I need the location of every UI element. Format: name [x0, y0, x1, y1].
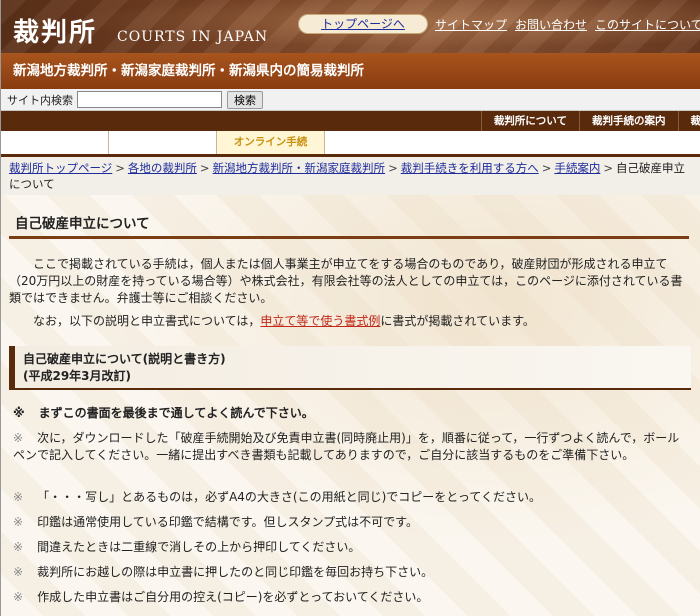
note-mark: ※	[13, 406, 25, 420]
about-site-link[interactable]: このサイトについて	[595, 16, 700, 34]
section-heading-revision: (平成29年3月改訂)	[23, 369, 132, 383]
breadcrumb-link-niigata-court[interactable]: 新潟地方裁判所・新潟家庭裁判所	[213, 161, 386, 175]
forms-note-text-end: に書式が掲載されています。	[380, 314, 535, 328]
breadcrumb-link-procedure-guide[interactable]: 手続案内	[554, 161, 600, 175]
breadcrumb-separator: >	[541, 161, 552, 175]
list-item-text: 裁判所にお越しの際は申立書に押したのと同じ印鑑を毎回お持ち下さい。	[37, 565, 434, 579]
site-header: 裁判所 COURTS IN JAPAN トップページへ サイトマップ お問い合わ…	[1, 0, 700, 53]
list-item-text: 「・・・写し」とあるものは，必ずA4の大きさ(この用紙と同じ)でコピーをとってく…	[37, 490, 541, 504]
breadcrumb-separator: >	[388, 161, 398, 175]
list-item: ※ 次に，ダウンロードした「破産手続開始及び免責申立書(同時廃止用)」を，順番に従…	[13, 430, 691, 464]
list-item: ※ 「・・・写し」とあるものは，必ずA4の大きさ(この用紙と同じ)でコピーをとって…	[13, 489, 691, 506]
breadcrumb-separator: >	[199, 161, 210, 175]
intro-paragraph: ここで掲載されている手続は，個人または個人事業主が申立てをする場合のものであり，…	[9, 257, 683, 305]
breadcrumb-link-courts-top[interactable]: 裁判所トップページ	[9, 161, 112, 175]
note-mark: ※	[13, 565, 24, 579]
nav-about-courts[interactable]: 裁判所について	[480, 111, 579, 131]
form-examples-link[interactable]: 申立て等で使う書式例	[260, 314, 380, 328]
site-search-bar: サイト内検索 検索	[1, 89, 700, 111]
list-item-text: 間違えたときは二重線で消しその上から押印してください。	[37, 540, 361, 554]
contact-link[interactable]: お問い合わせ	[515, 16, 587, 34]
note-mark: ※	[13, 490, 24, 504]
subnav-cell-empty	[1, 131, 109, 154]
breadcrumb-separator: >	[603, 161, 613, 175]
search-button[interactable]: 検索	[227, 90, 263, 109]
subnav-online-procedure[interactable]: オンライン手続	[217, 131, 325, 154]
site-logo[interactable]: 裁判所	[13, 12, 97, 49]
sitemap-link[interactable]: サイトマップ	[435, 16, 507, 34]
search-label: サイト内検索	[7, 93, 73, 107]
top-page-link[interactable]: トップページへ	[298, 14, 428, 34]
note-mark: ※	[13, 431, 24, 445]
list-item: ※ 作成した申立書はご自分用の控え(コピー)を必ずとっておいてください。	[13, 589, 691, 606]
breadcrumb: 裁判所トップページ > 各地の裁判所 > 新潟地方裁判所・新潟家庭裁判所 > 裁判手続きを利…	[1, 157, 700, 195]
list-item-text: 作成した申立書はご自分用の控え(コピー)を必ずとっておいてください。	[37, 590, 429, 604]
site-logo-english: COURTS IN JAPAN	[117, 29, 269, 45]
court-banner: 新潟地方裁判所・新潟家庭裁判所・新潟県内の簡易裁判所	[1, 53, 700, 89]
list-item-text: 次に，ダウンロードした「破産手続開始及び免責申立書(同時廃止用)」を，順番に従っ…	[13, 431, 680, 462]
list-item: ※ 印鑑は通常使用している印鑑で結構です。但しスタンプ式は不可です。	[13, 514, 691, 531]
note-mark: ※	[13, 540, 24, 554]
list-item-text: 印鑑は通常使用している印鑑で結構です。但しスタンプ式は不可です。	[37, 515, 418, 529]
subnav-cell-empty	[109, 131, 217, 154]
list-item: ※ 間違えたときは二重線で消しその上から押印してください。	[13, 539, 691, 556]
section-heading-title: 自己破産申立について(説明と書き方)	[23, 352, 226, 366]
breadcrumb-link-users[interactable]: 裁判手続きを利用する方へ	[401, 161, 539, 175]
sub-nav: オンライン手続	[1, 131, 700, 157]
list-item: ※ 裁判所にお越しの際は申立書に押したのと同じ印鑑を毎回お持ち下さい。	[13, 564, 691, 581]
note-mark: ※	[13, 590, 24, 604]
note-mark: ※	[13, 515, 24, 529]
breadcrumb-separator: >	[115, 161, 125, 175]
nav-procedure-guide[interactable]: 裁判手続の案内	[579, 111, 678, 131]
breadcrumb-link-local-courts[interactable]: 各地の裁判所	[128, 161, 197, 175]
section-heading: 自己破産申立について(説明と書き方) (平成29年3月改訂)	[9, 346, 691, 390]
global-nav: 裁判所について 裁判手続の案内 裁	[1, 111, 700, 131]
forms-note-text: なお，以下の説明と申立書式については，	[33, 314, 261, 328]
header-links: サイトマップ お問い合わせ このサイトについて	[435, 16, 700, 34]
list-item: ※ まずこの書面を最後まで通してよく読んで下さい。	[13, 405, 691, 422]
search-input[interactable]	[77, 91, 222, 108]
nav-item-truncated[interactable]: 裁	[677, 111, 700, 131]
list-item-text: まずこの書面を最後まで通してよく読んで下さい。	[38, 406, 314, 420]
page-title: 自己破産申立について	[9, 211, 689, 239]
forms-note-paragraph: なお，以下の説明と申立書式については，申立て等で使う書式例に書式が掲載されていま…	[9, 313, 691, 330]
